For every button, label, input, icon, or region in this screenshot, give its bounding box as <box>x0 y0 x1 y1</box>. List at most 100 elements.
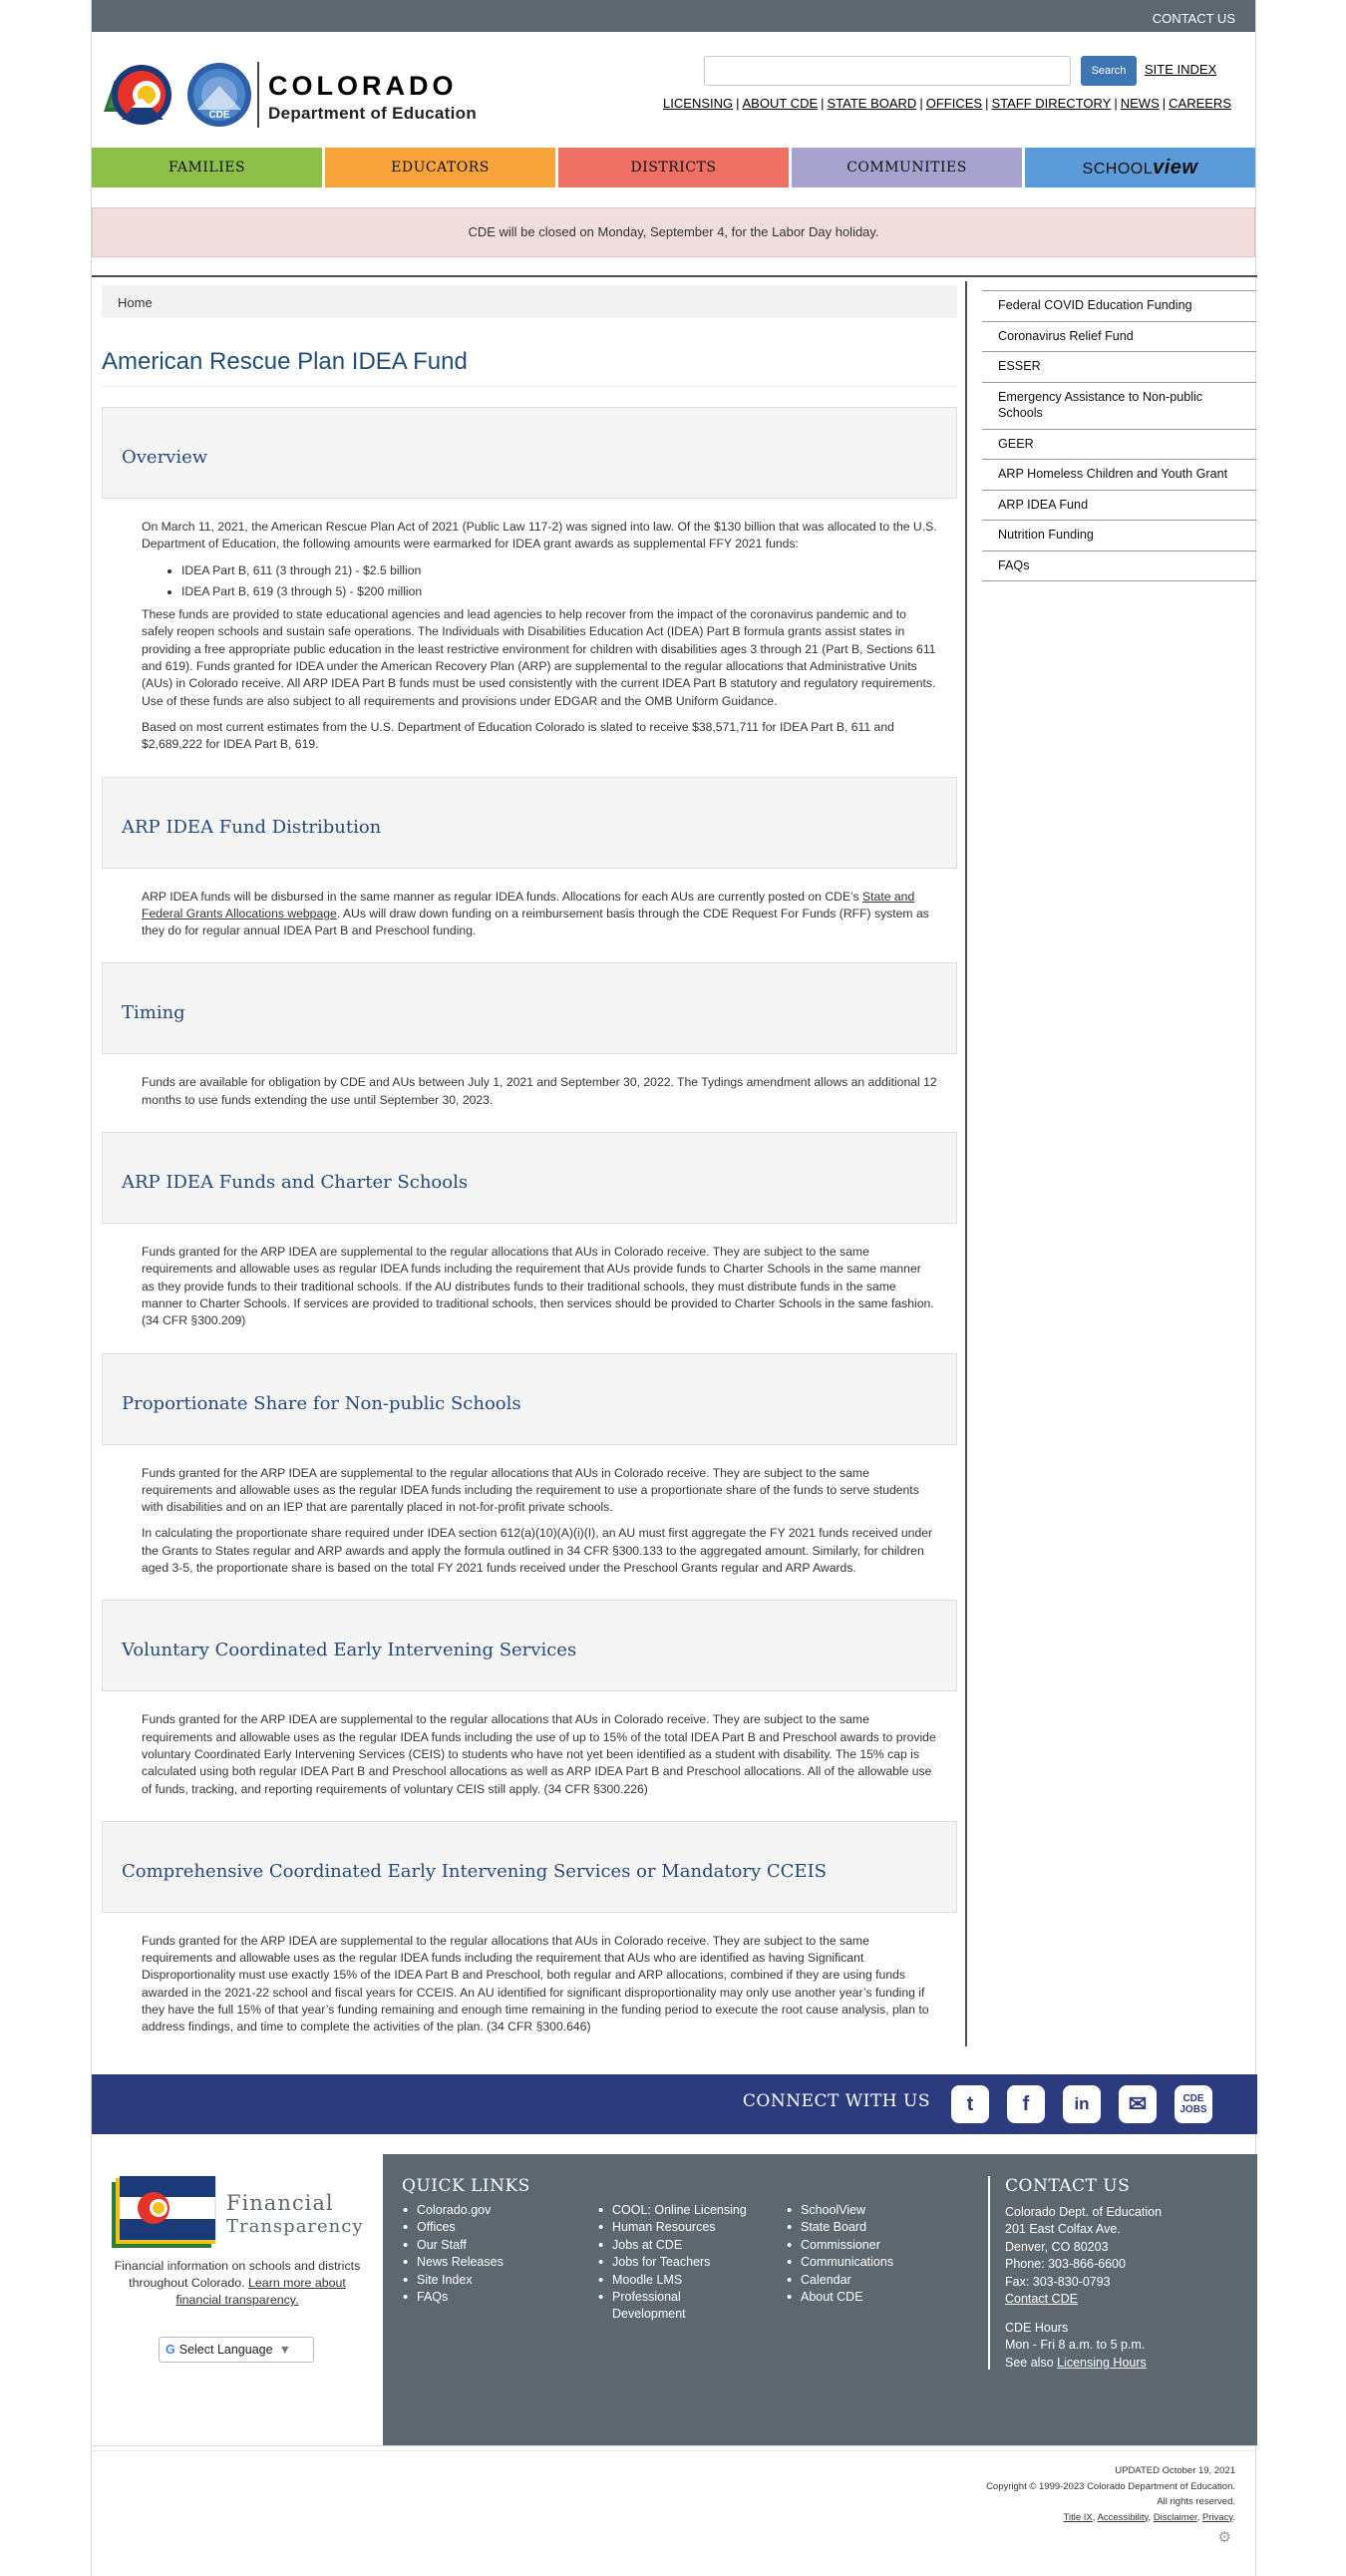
utility-nav: LICENSING | ABOUT CDE | STATE BOARD | OFFICES |… <box>663 96 1231 111</box>
quick-link[interactable]: Site Index <box>403 2272 582 2290</box>
quick-link[interactable]: Moodle LMS <box>598 2272 768 2290</box>
quick-link[interactable]: State Board <box>787 2219 956 2237</box>
page-title: American Rescue Plan IDEA Fund <box>102 348 957 387</box>
quick-link[interactable]: Communications <box>787 2254 956 2272</box>
utility-link-careers[interactable]: CAREERS <box>1169 96 1231 111</box>
ceis-paragraph: Funds granted for the ARP IDEA are suppl… <box>142 1712 936 1796</box>
sidebar-item-homeless-grant[interactable]: ARP Homeless Children and Youth Grant <box>982 460 1256 491</box>
nonpublic-paragraph-2: In calculating the proportionate share r… <box>142 1526 933 1576</box>
sidebar-item-arp-idea[interactable]: ARP IDEA Fund <box>982 491 1256 521</box>
utility-link-news[interactable]: NEWS <box>1121 96 1160 111</box>
quick-link[interactable]: Jobs for Teachers <box>598 2254 768 2272</box>
schoolview-logo: SCHOOLview <box>1082 157 1198 179</box>
breadcrumb-home-link[interactable]: Home <box>118 295 153 310</box>
nav-tab-families[interactable]: FAMILIES <box>92 148 325 187</box>
title-ix-link[interactable]: Title IX <box>1064 2512 1093 2523</box>
quick-links-column-3: SchoolView State Board Commissioner Comm… <box>787 2202 956 2307</box>
updated-date: UPDATED October 19, 2021 <box>1115 2465 1235 2476</box>
site-subtitle[interactable]: Department of Education <box>268 104 477 124</box>
accessibility-link[interactable]: Accessibility <box>1098 2512 1149 2523</box>
quick-link[interactable]: SchoolView <box>787 2202 956 2220</box>
licensing-hours-link[interactable]: Licensing Hours <box>1057 2356 1147 2370</box>
google-icon: G <box>166 2343 175 2357</box>
quick-link[interactable]: News Releases <box>403 2254 582 2272</box>
overview-paragraph-3: Based on most current estimates from the… <box>142 719 894 752</box>
contact-phone: Phone: 303-866-6600 <box>1005 2257 1126 2272</box>
quick-link[interactable]: Calendar <box>787 2272 956 2290</box>
distribution-paragraph: ARP IDEA funds will be disbursed in the … <box>142 889 929 938</box>
site-header: CDE COLORADO Department of Education Sea… <box>92 32 1255 148</box>
holiday-alert-banner: CDE will be closed on Monday, September … <box>92 207 1255 257</box>
overview-paragraph-2: These funds are provided to state educat… <box>142 607 936 708</box>
utility-link-state-board[interactable]: STATE BOARD <box>828 96 917 111</box>
section-heading-cceis: Comprehensive Coordinated Early Interven… <box>102 1820 957 1913</box>
content-top-rule <box>92 275 1257 277</box>
cde-seal-text: CDE <box>208 110 229 121</box>
privacy-link[interactable]: Privacy <box>1202 2512 1232 2523</box>
contact-us-link[interactable]: CONTACT US <box>1153 11 1235 26</box>
utility-link-about[interactable]: ABOUT CDE <box>743 96 819 111</box>
copyright-block: UPDATED October 19, 2021 Copyright © 199… <box>986 2463 1235 2525</box>
section-body-cceis: Funds granted for the ARP IDEA are suppl… <box>102 1913 957 2059</box>
transparency-word: Transparency <box>226 2216 364 2237</box>
sidebar-item-federal-covid[interactable]: Federal COVID Education Funding <box>982 290 1256 322</box>
quick-links-column-2: COOL: Online Licensing Human Resources J… <box>598 2202 768 2324</box>
sidebar-item-faqs[interactable]: FAQs <box>982 552 1256 581</box>
cceis-paragraph: Funds granted for the ARP IDEA are suppl… <box>142 1933 929 2034</box>
bottom-rule-2 <box>92 2450 1257 2451</box>
contact-address: Colorado Dept. of Education 201 East Col… <box>1005 2204 1162 2308</box>
quick-link[interactable]: FAQs <box>403 2289 582 2307</box>
overview-paragraph-1: On March 11, 2021, the American Rescue P… <box>142 520 937 552</box>
nonpublic-paragraph-1: Funds granted for the ARP IDEA are suppl… <box>142 1465 919 1515</box>
footer-links-panel: QUICK LINKS Colorado.gov Offices Our Sta… <box>383 2154 1257 2445</box>
sidebar-item-coronavirus-relief[interactable]: Coronavirus Relief Fund <box>982 322 1256 352</box>
search-button[interactable]: Search <box>1081 56 1137 86</box>
cde-jobs-icon[interactable]: CDE JOBS <box>1175 2085 1212 2123</box>
contact-cde-link[interactable]: Contact CDE <box>1005 2291 1162 2308</box>
sidebar-item-nutrition[interactable]: Nutrition Funding <box>982 521 1256 552</box>
sidebar-item-esser[interactable]: ESSER <box>982 352 1256 383</box>
site-index-link[interactable]: SITE INDEX <box>1145 62 1216 77</box>
legal-links: Title IX, Accessibility, Disclaimer, Pri… <box>1063 2511 1235 2523</box>
nav-tab-districts[interactable]: DISTRICTS <box>558 148 792 187</box>
utility-link-staff-directory[interactable]: STAFF DIRECTORY <box>991 96 1111 111</box>
quick-link[interactable]: Human Resources <box>598 2219 768 2237</box>
sidebar-item-geer[interactable]: GEER <box>982 430 1256 460</box>
quick-link[interactable]: Offices <box>403 2219 582 2237</box>
utility-link-offices[interactable]: OFFICES <box>926 96 982 111</box>
gear-icon[interactable]: ⚙ <box>1218 2528 1231 2546</box>
quick-link[interactable]: Colorado.gov <box>403 2202 582 2220</box>
linkedin-icon[interactable]: in <box>1063 2085 1101 2123</box>
site-title[interactable]: COLORADO <box>268 71 458 102</box>
quick-link[interactable]: Commissioner <box>787 2237 956 2255</box>
hours-text: Mon - Fri 8 a.m. to 5 p.m. <box>1005 2338 1146 2353</box>
search-input[interactable] <box>704 56 1071 86</box>
language-select[interactable]: G Select Language ▼ <box>159 2337 314 2363</box>
section-heading-distribution: ARP IDEA Fund Distribution <box>102 776 957 869</box>
quick-link[interactable]: About CDE <box>787 2289 956 2307</box>
page: CONTACT US CDE COLORADO Department of Ed… <box>91 0 1257 2576</box>
section-heading-nonpublic: Proportionate Share for Non-public Schoo… <box>102 1352 957 1445</box>
quick-link[interactable]: Professional Development <box>598 2289 708 2324</box>
facebook-icon[interactable]: f <box>1007 2085 1045 2123</box>
main-content: Home American Rescue Plan IDEA Fund Over… <box>102 285 957 2059</box>
quick-links-title: QUICK LINKS <box>402 2176 530 2196</box>
timing-paragraph: Funds are available for obligation by CD… <box>142 1075 937 1107</box>
nav-tab-schoolview[interactable]: SCHOOLview <box>1025 148 1255 187</box>
list-item: IDEA Part B, 611 (3 through 21) - $2.5 b… <box>181 562 937 579</box>
email-icon[interactable]: ✉ <box>1119 2085 1157 2123</box>
disclaimer-link[interactable]: Disclaimer <box>1154 2512 1197 2523</box>
sidebar-item-eans[interactable]: Emergency Assistance to Non-public Schoo… <box>982 383 1256 430</box>
section-body-nonpublic: Funds granted for the ARP IDEA are suppl… <box>102 1445 957 1601</box>
site-footer: Financial Transparency Financial informa… <box>92 2154 1257 2445</box>
contact-fax: Fax: 303-830-0793 <box>1005 2274 1111 2289</box>
quick-link[interactable]: COOL: Online Licensing <box>598 2202 768 2220</box>
hours-title: CDE Hours <box>1005 2321 1069 2335</box>
twitter-icon[interactable]: t <box>951 2085 989 2123</box>
nav-tab-communities[interactable]: COMMUNITIES <box>792 148 1025 187</box>
copyright-text: Copyright © 1999-2023 Colorado Departmen… <box>986 2480 1235 2492</box>
quick-link[interactable]: Jobs at CDE <box>598 2237 768 2255</box>
nav-tab-educators[interactable]: EDUCATORS <box>325 148 558 187</box>
quick-link[interactable]: Our Staff <box>403 2237 582 2255</box>
utility-link-licensing[interactable]: LICENSING <box>663 96 733 111</box>
